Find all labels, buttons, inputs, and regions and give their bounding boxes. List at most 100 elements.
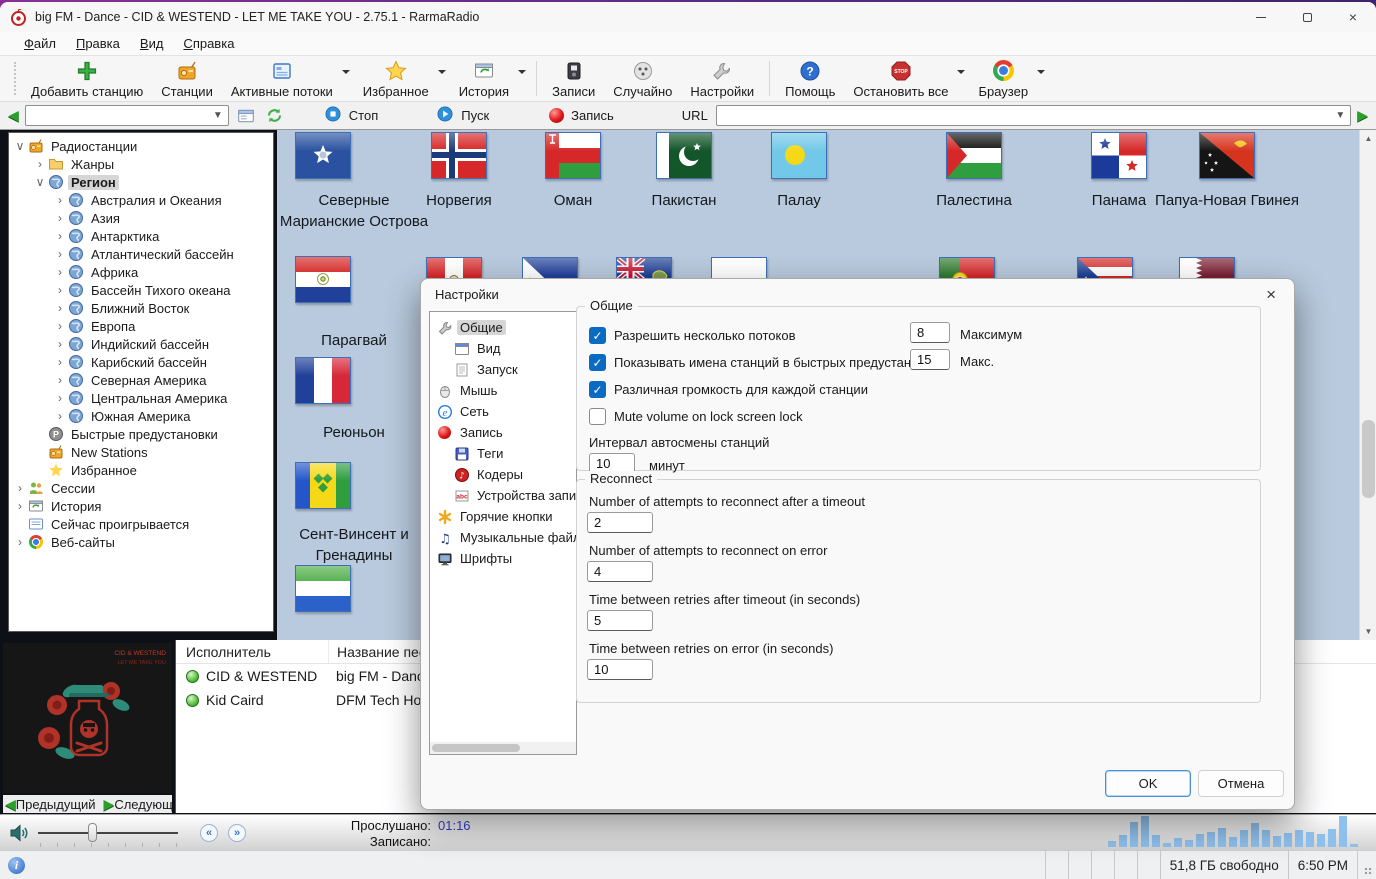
sidebar-item-антарктика[interactable]: › Антарктика xyxy=(9,227,273,245)
close-button[interactable]: × xyxy=(1330,2,1376,32)
sidebar-item-веб-сайты[interactable]: › Веб-сайты xyxy=(9,533,273,551)
flag-sl-col[interactable] xyxy=(295,565,351,612)
station-list-button[interactable] xyxy=(237,104,255,128)
settings-tree-item-3[interactable]: Мышь xyxy=(430,380,576,401)
checkbox-checked[interactable]: ✓ xyxy=(589,354,606,371)
settings-tree-item-10[interactable]: ♫ Музыкальные файлы xyxy=(430,527,576,548)
sidebar-item-европа[interactable]: › Европа xyxy=(9,317,273,335)
expander-closed-icon[interactable]: › xyxy=(53,229,67,243)
expander-closed-icon[interactable]: › xyxy=(53,373,67,387)
settings-tree-item-11[interactable]: Шрифты xyxy=(430,548,576,569)
menu-item-3[interactable]: Справка xyxy=(173,33,244,54)
sidebar-item-бассейн-тихого-океана[interactable]: › Бассейн Тихого океана xyxy=(9,281,273,299)
expander-closed-icon[interactable]: › xyxy=(33,157,47,171)
flag-pg-row1[interactable] xyxy=(1199,132,1255,179)
sidebar-item-центральная-америка[interactable]: › Центральная Америка xyxy=(9,389,273,407)
sidebar-item-северная-америка[interactable]: › Северная Америка xyxy=(9,371,273,389)
flag-label[interactable]: Папуа-Новая Гвинея xyxy=(1152,190,1302,211)
info-button[interactable]: i xyxy=(0,851,25,879)
expander-closed-icon[interactable]: › xyxy=(53,355,67,369)
dropdown-caret-icon[interactable] xyxy=(1037,69,1046,74)
flag-pk-row1[interactable] xyxy=(656,132,712,179)
flag-label[interactable]: Палестина xyxy=(899,190,1049,211)
vertical-scrollbar[interactable]: ▲ ▼ xyxy=(1359,130,1376,640)
column-artist[interactable]: Исполнитель xyxy=(176,644,328,660)
sidebar-item-избранное[interactable]: Избранное xyxy=(9,461,273,479)
sidebar-item-южная-америка[interactable]: › Южная Америка xyxy=(9,407,273,425)
expander-closed-icon[interactable]: › xyxy=(53,247,67,261)
toolbar-button-2[interactable]: Активные потоки xyxy=(222,56,342,101)
scrollbar-thumb[interactable] xyxy=(432,744,520,752)
sidebar-item-регион[interactable]: ∨ Регион xyxy=(9,173,273,191)
flag-label[interactable]: Реюньон xyxy=(279,422,429,443)
reconnect-field-input-3[interactable] xyxy=(587,659,653,680)
previous-button[interactable]: Предыдущий xyxy=(16,797,96,812)
reconnect-field-input-0[interactable] xyxy=(587,512,653,533)
expander-closed-icon[interactable]: › xyxy=(53,193,67,207)
flag-vc-col[interactable] xyxy=(295,462,351,509)
max-value-input[interactable] xyxy=(910,349,950,370)
expander-open-icon[interactable]: ∨ xyxy=(33,175,47,189)
checkbox-checked[interactable]: ✓ xyxy=(589,327,606,344)
toolbar-button-10[interactable]: Браузер xyxy=(969,56,1037,101)
toolbar-button-7[interactable]: Настройки xyxy=(681,56,763,101)
sidebar-item-атлантический-бассейн[interactable]: › Атлантический бассейн xyxy=(9,245,273,263)
scroll-down-icon[interactable]: ▼ xyxy=(1360,623,1376,640)
toolbar-button-5[interactable]: Записи xyxy=(543,56,604,101)
dialog-close-button[interactable]: × xyxy=(1260,283,1282,307)
stop-button[interactable]: Стоп xyxy=(314,105,388,126)
checkbox-checked[interactable]: ✓ xyxy=(589,381,606,398)
back-arrow-button[interactable]: ◀ xyxy=(8,107,19,124)
dropdown-caret-icon[interactable] xyxy=(957,69,966,74)
expander-closed-icon[interactable]: › xyxy=(53,301,67,315)
flag-ps-row1[interactable] xyxy=(946,132,1002,179)
menu-item-2[interactable]: Вид xyxy=(130,33,174,54)
flag-no-row1[interactable] xyxy=(431,132,487,179)
dropdown-caret-icon[interactable] xyxy=(341,69,350,74)
sidebar-item-история[interactable]: › История xyxy=(9,497,273,515)
sidebar-item-сейчас-проигрывается[interactable]: Сейчас проигрывается xyxy=(9,515,273,533)
sidebar-item-индийский-бассейн[interactable]: › Индийский бассейн xyxy=(9,335,273,353)
expander-closed-icon[interactable]: › xyxy=(53,337,67,351)
settings-tree-item-6[interactable]: Теги xyxy=(430,443,576,464)
settings-tree-hscrollbar[interactable] xyxy=(430,742,576,754)
flag-py-col[interactable] xyxy=(295,256,351,303)
settings-tree-item-7[interactable]: ♪ Кодеры xyxy=(430,464,576,485)
expander-closed-icon[interactable]: › xyxy=(13,481,27,495)
menu-item-1[interactable]: Правка xyxy=(66,33,130,54)
station-search-combobox[interactable]: ▼ xyxy=(24,105,229,126)
settings-tree-item-8[interactable]: abc Устройства записи xyxy=(430,485,576,506)
toolbar-button-8[interactable]: ? Помощь xyxy=(776,56,844,101)
expander-closed-icon[interactable]: › xyxy=(13,535,27,549)
reconnect-field-input-2[interactable] xyxy=(587,610,653,631)
expander-closed-icon[interactable]: › xyxy=(53,319,67,333)
go-arrow-button[interactable]: ▶ xyxy=(1357,107,1368,124)
resize-grip[interactable] xyxy=(1357,851,1376,879)
maximize-button[interactable] xyxy=(1284,2,1330,32)
sidebar-item-new-stations[interactable]: New Stations xyxy=(9,443,273,461)
expander-open-icon[interactable]: ∨ xyxy=(13,139,27,153)
refresh-icon[interactable] xyxy=(265,104,284,128)
sidebar-item-азия[interactable]: › Азия xyxy=(9,209,273,227)
max-value-input[interactable] xyxy=(910,322,950,343)
volume-slider[interactable] xyxy=(38,832,178,834)
toolbar-button-3[interactable]: Избранное xyxy=(354,56,438,101)
flag-pw-row1[interactable] xyxy=(771,132,827,179)
flag-om-row1[interactable] xyxy=(545,132,601,179)
toolbar-button-9[interactable]: STOP Остановить все xyxy=(844,56,957,101)
toolbar-button-1[interactable]: Станции xyxy=(152,56,222,101)
expander-closed-icon[interactable]: › xyxy=(13,499,27,513)
settings-tree-item-4[interactable]: e Сеть xyxy=(430,401,576,422)
sidebar-item-австралия-и-океания[interactable]: › Австралия и Океания xyxy=(9,191,273,209)
record-button[interactable]: Запись xyxy=(539,108,624,123)
speaker-icon[interactable] xyxy=(8,821,32,845)
settings-tree-item-1[interactable]: Вид xyxy=(430,338,576,359)
toolbar-button-0[interactable]: Добавить станцию xyxy=(22,56,152,101)
flag-label[interactable]: Парагвай xyxy=(279,330,429,351)
scroll-up-icon[interactable]: ▲ xyxy=(1360,130,1376,147)
settings-tree-item-2[interactable]: Запуск xyxy=(430,359,576,380)
sidebar-item-карибский-бассейн[interactable]: › Карибский бассейн xyxy=(9,353,273,371)
sidebar-item-ближний-восток[interactable]: › Ближний Восток xyxy=(9,299,273,317)
settings-tree-item-0[interactable]: Общие xyxy=(430,317,576,338)
expander-closed-icon[interactable]: › xyxy=(53,409,67,423)
